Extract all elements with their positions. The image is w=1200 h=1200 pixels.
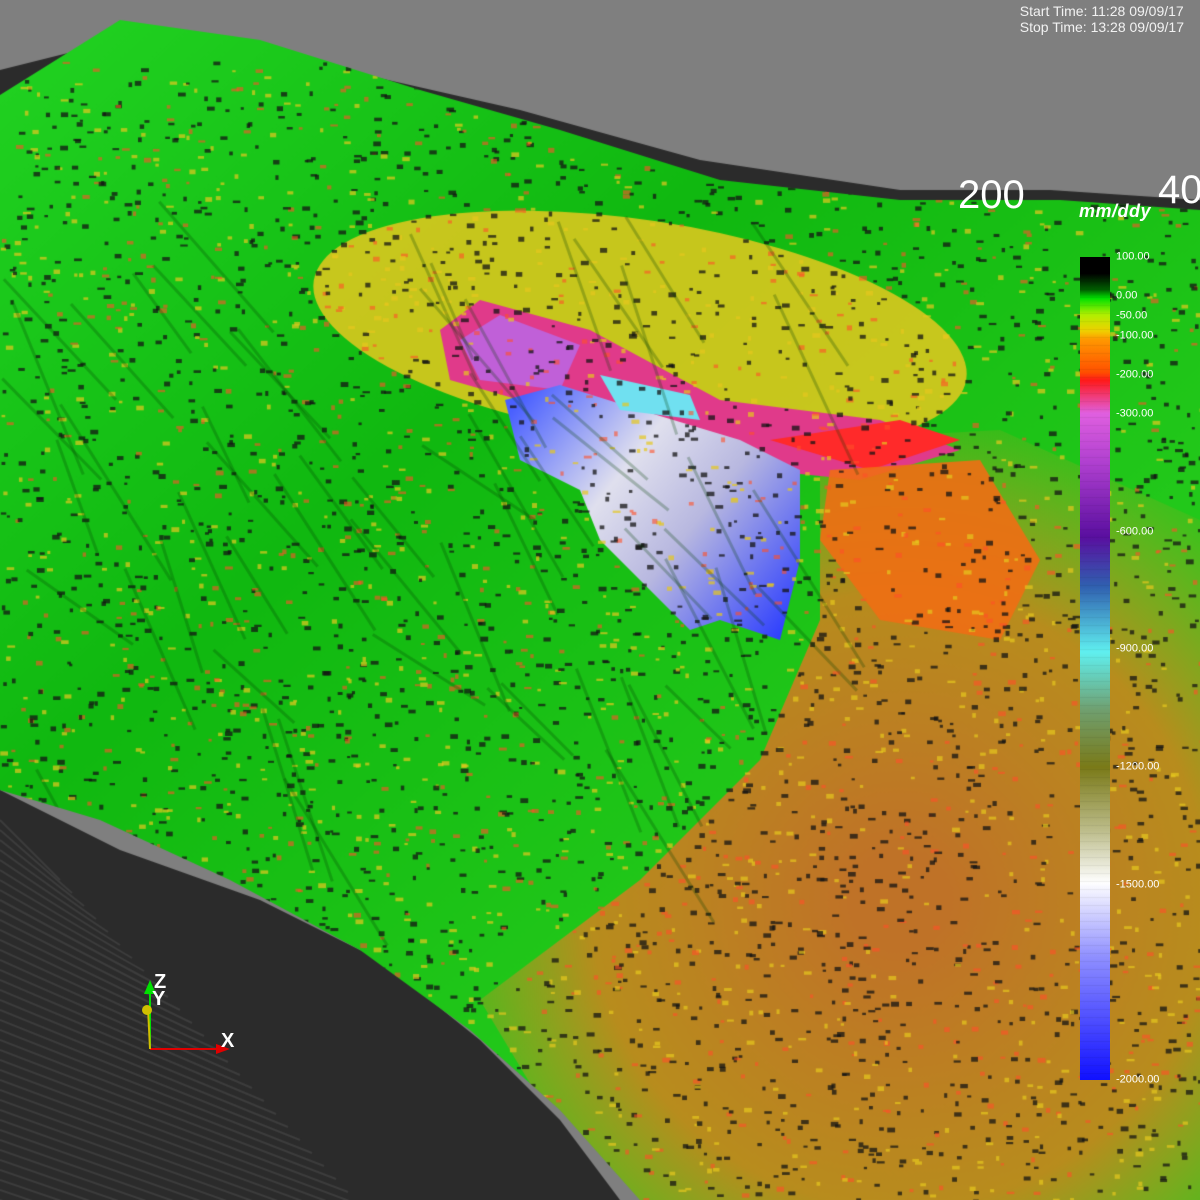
stop-time-text: Stop Time: 13:28 09/09/17 <box>1019 19 1184 35</box>
orientation-axes-widget: Z Y X <box>120 960 260 1070</box>
colorbar-label: -50.00 <box>1116 309 1148 322</box>
colorbar-label: -1200.00 <box>1116 760 1160 773</box>
colorbar <box>1080 257 1110 1080</box>
colorbar-label: -900.00 <box>1116 642 1154 655</box>
colorbar-label: 100.00 <box>1116 250 1150 263</box>
axis-y-label: Y <box>152 988 166 1010</box>
colorbar-label: -1500.00 <box>1116 878 1160 891</box>
time-range-info: Start Time: 11:28 09/09/17 Stop Time: 13… <box>1020 3 1184 35</box>
colorbar-label: -100.00 <box>1116 329 1154 342</box>
colorbar-label: -300.00 <box>1116 407 1154 420</box>
colorbar-label: 0.00 <box>1116 289 1138 302</box>
axis-tick-label: 40 <box>1158 168 1200 212</box>
colorbar-label: -600.00 <box>1116 525 1154 538</box>
colorbar-label: -200.00 <box>1116 368 1154 381</box>
colorbar-units-label: mm/ddy <box>1079 201 1152 221</box>
axis-x-label: X <box>221 1030 235 1052</box>
3d-viewport[interactable]: 200 40 Start Time: 11:28 09/09/17 Stop T… <box>0 0 1200 1200</box>
start-time-text: Start Time: 11:28 09/09/17 <box>1019 3 1184 19</box>
colorbar-label: -2000.00 <box>1116 1073 1160 1086</box>
orientation-axes-icon <box>142 980 230 1054</box>
axis-tick-label: 200 <box>958 173 1025 217</box>
